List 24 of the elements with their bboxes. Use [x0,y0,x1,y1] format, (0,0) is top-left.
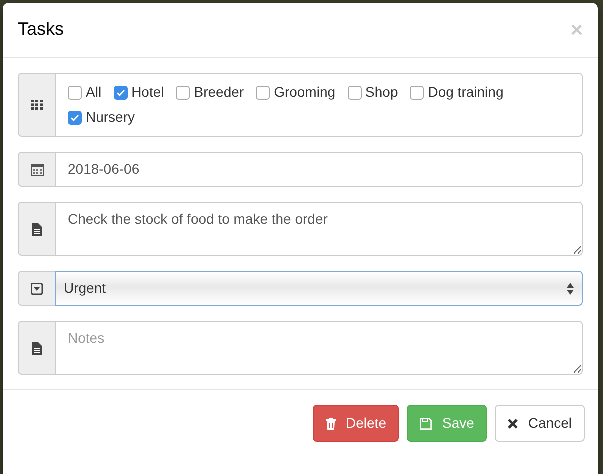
category-checkbox[interactable]: Shop [348,82,398,103]
category-checkbox[interactable]: Grooming [256,82,336,103]
trash-icon [326,418,336,430]
category-checkbox[interactable]: Nursery [68,107,136,128]
document-icon [32,222,42,236]
category-checkbox[interactable]: Breeder [176,82,244,103]
checkmark-icon [116,88,126,98]
checkmark-icon [70,112,80,122]
dropdown-icon [31,282,43,294]
cancel-button[interactable]: Cancel [495,405,585,442]
dialog-title: Tasks [18,19,64,41]
priority-select[interactable]: Urgent [55,271,583,306]
document-icon [32,342,42,354]
calendar-icon [30,163,44,176]
updown-icon [567,282,574,294]
category-checkbox[interactable]: All [68,82,102,103]
category-checkbox[interactable]: Hotel [114,82,164,103]
category-checkbox[interactable]: Dog training [410,82,504,103]
description-field[interactable]: Check the stock of food to make the order [55,202,583,256]
close-icon [508,418,518,428]
delete-button[interactable]: Delete [313,405,400,442]
notes-field[interactable]: Notes [55,321,583,375]
grid-icon [31,100,43,110]
date-field[interactable]: 2018-06-06 [55,152,583,187]
